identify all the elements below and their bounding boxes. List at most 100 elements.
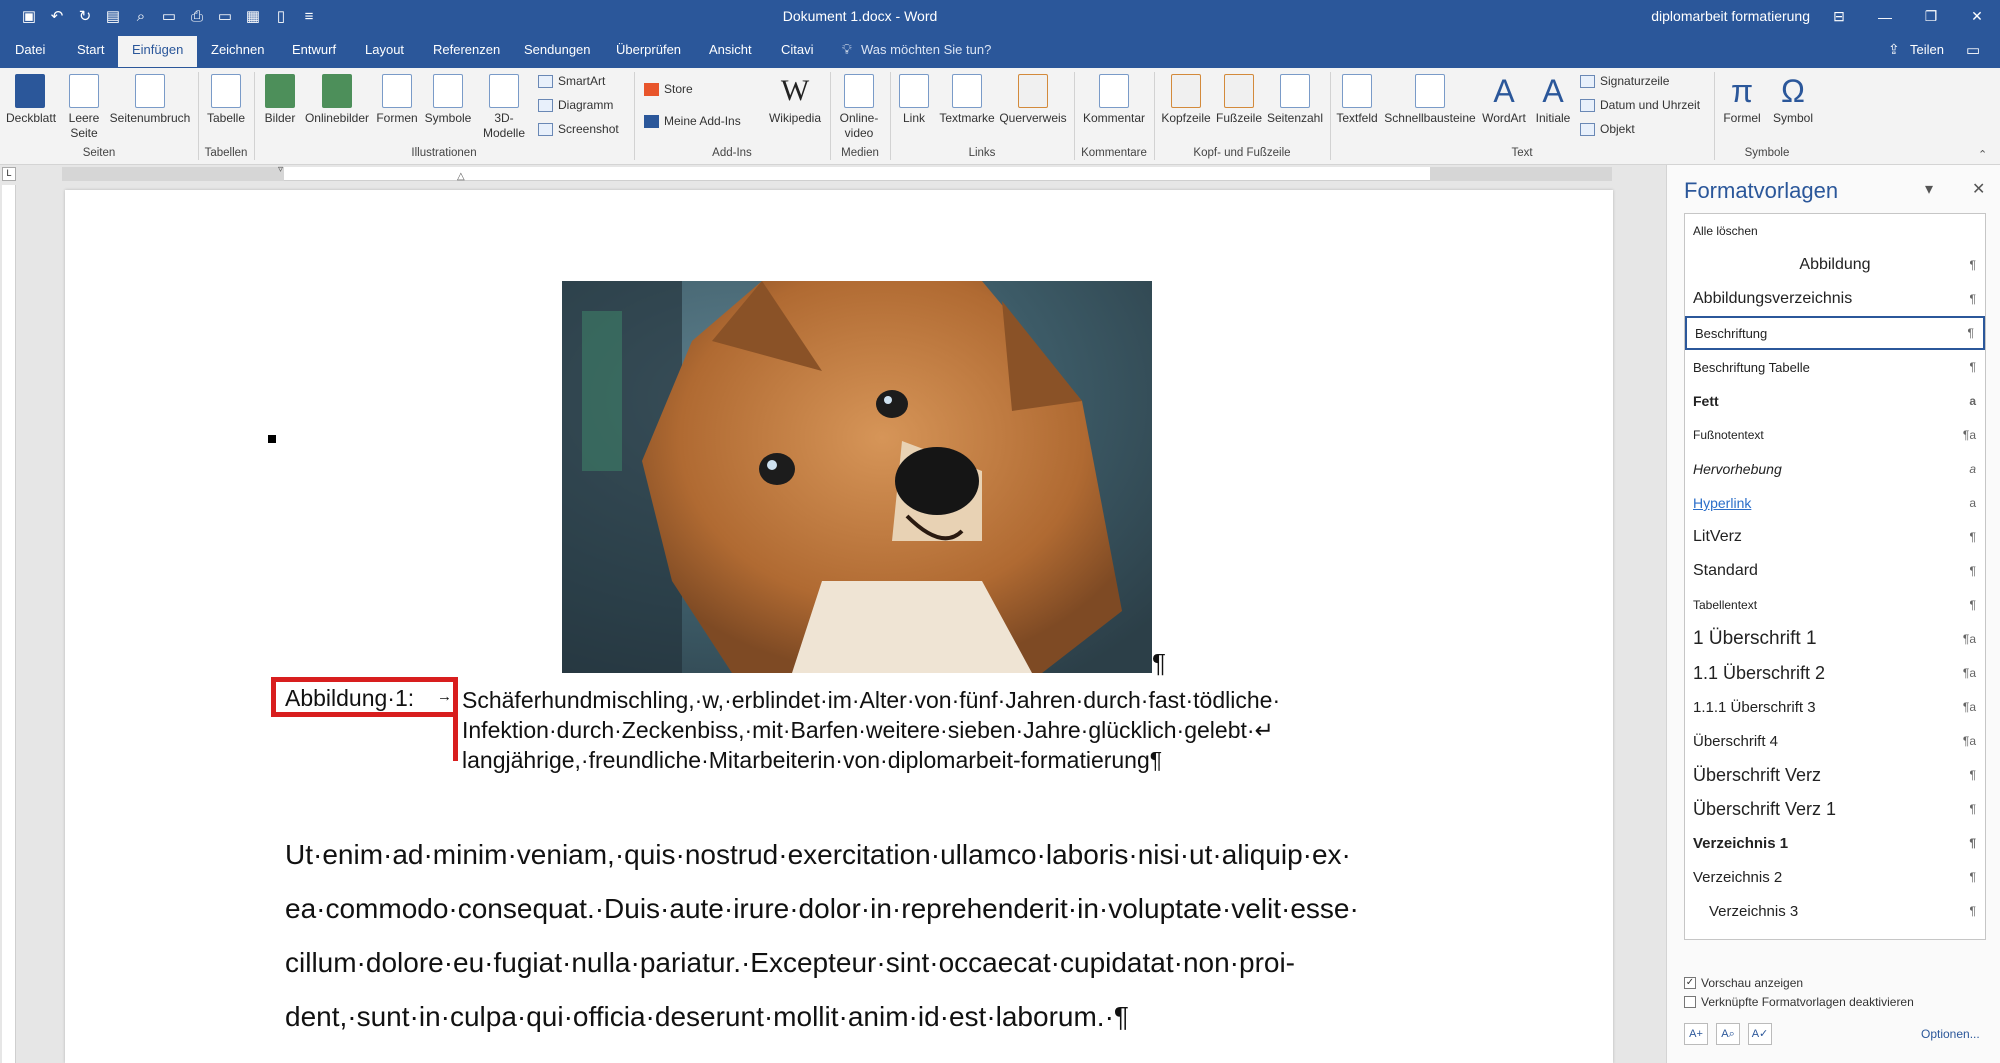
pictures-button[interactable]: Bilder: [260, 74, 300, 126]
comments-icon[interactable]: ▭: [1966, 41, 1980, 59]
hanging-indent-marker[interactable]: △: [457, 171, 465, 182]
page-break-button[interactable]: Seitenumbruch: [108, 74, 192, 126]
preview-checkbox[interactable]: ✓ Vorschau anzeigen: [1684, 976, 1803, 990]
body-paragraph[interactable]: Ut·enim·ad·minim·veniam,·quis·nostrud·ex…: [285, 828, 1455, 1044]
style-item-ueberschrift-2[interactable]: 1.1 Überschrift 2 ¶a: [1685, 656, 1985, 690]
style-item-tabellentext[interactable]: Tabellentext ¶: [1685, 588, 1985, 622]
style-item-beschriftung[interactable]: Beschriftung ¶: [1685, 316, 1985, 350]
symbol-button[interactable]: Ω Symbol: [1768, 74, 1818, 126]
window-controls: ⊟ — ❐ ✕: [1816, 0, 2000, 33]
cover-page-button[interactable]: Deckblatt: [6, 74, 56, 126]
header-button[interactable]: Kopfzeile: [1158, 74, 1214, 126]
wordart-button[interactable]: A WordArt: [1478, 74, 1530, 126]
style-clear-all[interactable]: Alle löschen: [1685, 214, 1985, 248]
close-icon[interactable]: ✕: [1954, 0, 2000, 33]
tab-entwurf[interactable]: Entwurf: [292, 42, 336, 57]
new-style-icon[interactable]: A+: [1684, 1023, 1708, 1045]
body-line: cillum·dolore·eu·fugiat·nulla·pariatur.·…: [285, 947, 1296, 978]
tab-einfuegen[interactable]: Einfügen: [118, 36, 198, 67]
pane-close-icon[interactable]: ✕: [1972, 179, 1985, 199]
blank-page-button[interactable]: Leere Seite: [64, 74, 104, 141]
lightbulb-icon: 💡︎: [842, 41, 852, 57]
screenshot-button[interactable]: Screenshot: [538, 122, 619, 136]
tab-selector[interactable]: L: [2, 167, 16, 181]
title-bar: ▣ ↶ ↻ ▤ ⌕ ▭ ⎙ ▭ ▦ ▯ ≡ Dokument 1.docx - …: [0, 0, 2000, 33]
tab-referenzen[interactable]: Referenzen: [433, 42, 500, 57]
online-pictures-button[interactable]: Onlinebilder: [302, 74, 372, 126]
style-inspector-icon[interactable]: A⌕: [1716, 1023, 1740, 1045]
caption-highlight-bar: [453, 712, 458, 761]
store-button[interactable]: Store: [644, 82, 693, 96]
collapse-ribbon-icon[interactable]: ⌃: [1978, 148, 1987, 161]
object-button[interactable]: Objekt: [1580, 122, 1635, 136]
tab-ansicht[interactable]: Ansicht: [709, 42, 752, 57]
online-video-button[interactable]: Online-video: [834, 74, 884, 141]
style-item-litverz[interactable]: LitVerz ¶: [1685, 520, 1985, 554]
share-button[interactable]: Teilen: [1910, 42, 1944, 57]
first-line-indent-marker[interactable]: ▿: [278, 164, 283, 175]
style-item-abbildung[interactable]: Abbildung ¶: [1685, 248, 1985, 282]
style-item-beschriftung-tabelle[interactable]: Beschriftung Tabelle ¶: [1685, 350, 1985, 384]
quick-parts-button[interactable]: Schnellbausteine: [1382, 74, 1478, 126]
style-item-verzeichnis-1[interactable]: Verzeichnis 1 ¶: [1685, 826, 1985, 860]
horizontal-ruler[interactable]: ▿ △: [62, 164, 1612, 182]
smartart-button[interactable]: SmartArt: [538, 74, 605, 88]
equation-button[interactable]: π Formel: [1718, 74, 1766, 126]
icons-button[interactable]: Symbole: [422, 74, 474, 126]
style-item-fussnotentext[interactable]: Fußnotentext ¶a: [1685, 418, 1985, 452]
document-page[interactable]: ¶ Abbildung·1: → Schäferhundmischling,·w…: [65, 190, 1613, 1063]
link-button[interactable]: Link: [894, 74, 934, 126]
caption-line: Schäferhundmischling,·w,·erblindet·im·Al…: [462, 687, 1281, 713]
vertical-ruler[interactable]: [2, 185, 16, 1063]
style-item-ueberschrift-3[interactable]: 1.1.1 Überschrift 3 ¶a: [1685, 690, 1985, 724]
ruler-left-margin: [62, 167, 284, 181]
page-number-button[interactable]: Seitenzahl: [1264, 74, 1326, 126]
style-item-hervorhebung[interactable]: Hervorhebung a: [1685, 452, 1985, 486]
signature-line-button[interactable]: Signaturzeile: [1580, 74, 1669, 88]
style-item-ueberschrift-verz-1[interactable]: Überschrift Verz 1 ¶: [1685, 792, 1985, 826]
ribbon-display-icon[interactable]: ⊟: [1816, 0, 1862, 33]
3d-models-button[interactable]: 3D-Modelle: [476, 74, 532, 141]
style-item-ueberschrift-verz[interactable]: Überschrift Verz ¶: [1685, 758, 1985, 792]
textbox-button[interactable]: Textfeld: [1334, 74, 1380, 126]
caption-label[interactable]: Abbildung·1:: [285, 685, 414, 712]
bookmark-button[interactable]: Textmarke: [936, 74, 998, 126]
style-item-fett[interactable]: Fett a: [1685, 384, 1985, 418]
minimize-icon[interactable]: —: [1862, 0, 1908, 33]
tab-mark: →: [437, 688, 452, 705]
chart-icon: [538, 98, 553, 112]
style-item-verzeichnis-3[interactable]: Verzeichnis 3 ¶: [1685, 894, 1985, 928]
wikipedia-button[interactable]: W Wikipedia: [764, 74, 826, 126]
my-addins-button[interactable]: Meine Add-Ins: [644, 114, 741, 128]
linked-styles-checkbox[interactable]: Verknüpfte Formatvorlagen deaktivieren: [1684, 995, 1914, 1009]
tab-citavi[interactable]: Citavi: [781, 42, 814, 57]
table-button[interactable]: Tabelle: [204, 74, 248, 126]
tab-start[interactable]: Start: [77, 42, 104, 57]
comment-button[interactable]: Kommentar: [1078, 74, 1150, 126]
tab-zeichnen[interactable]: Zeichnen: [211, 42, 264, 57]
style-item-ueberschrift-1[interactable]: 1 Überschrift 1 ¶a: [1685, 622, 1985, 656]
dog-photo[interactable]: [562, 281, 1152, 673]
tab-ueberpruefen[interactable]: Überprüfen: [616, 42, 681, 57]
style-item-ueberschrift-4[interactable]: Überschrift 4 ¶a: [1685, 724, 1985, 758]
manage-styles-icon[interactable]: A✓: [1748, 1023, 1772, 1045]
style-item-standard[interactable]: Standard ¶: [1685, 554, 1985, 588]
restore-icon[interactable]: ❐: [1908, 0, 1954, 33]
footer-button[interactable]: Fußzeile: [1214, 74, 1264, 126]
pane-options-chevron-icon[interactable]: ▾: [1925, 179, 1933, 199]
tab-layout[interactable]: Layout: [365, 42, 404, 57]
chart-button[interactable]: Diagramm: [538, 98, 613, 112]
style-item-verzeichnis-2[interactable]: Verzeichnis 2 ¶: [1685, 860, 1985, 894]
tell-me-input[interactable]: Was möchten Sie tun?: [861, 42, 991, 57]
style-item-abbildungsverzeichnis[interactable]: Abbildungsverzeichnis ¶: [1685, 282, 1985, 316]
date-time-button[interactable]: Datum und Uhrzeit: [1580, 98, 1700, 112]
caption-text[interactable]: Schäferhundmischling,·w,·erblindet·im·Al…: [462, 685, 1482, 775]
tab-datei[interactable]: Datei: [15, 42, 45, 57]
drop-cap-button[interactable]: A Initiale: [1530, 74, 1576, 126]
style-item-hyperlink[interactable]: Hyperlink a: [1685, 486, 1985, 520]
caption-line: Infektion·durch·Zeckenbiss,·mit·Barfen·w…: [462, 717, 1274, 743]
tab-sendungen[interactable]: Sendungen: [524, 42, 591, 57]
shapes-button[interactable]: Formen: [374, 74, 420, 126]
cross-reference-button[interactable]: Querverweis: [998, 74, 1068, 126]
options-link[interactable]: Optionen...: [1921, 1027, 1980, 1041]
